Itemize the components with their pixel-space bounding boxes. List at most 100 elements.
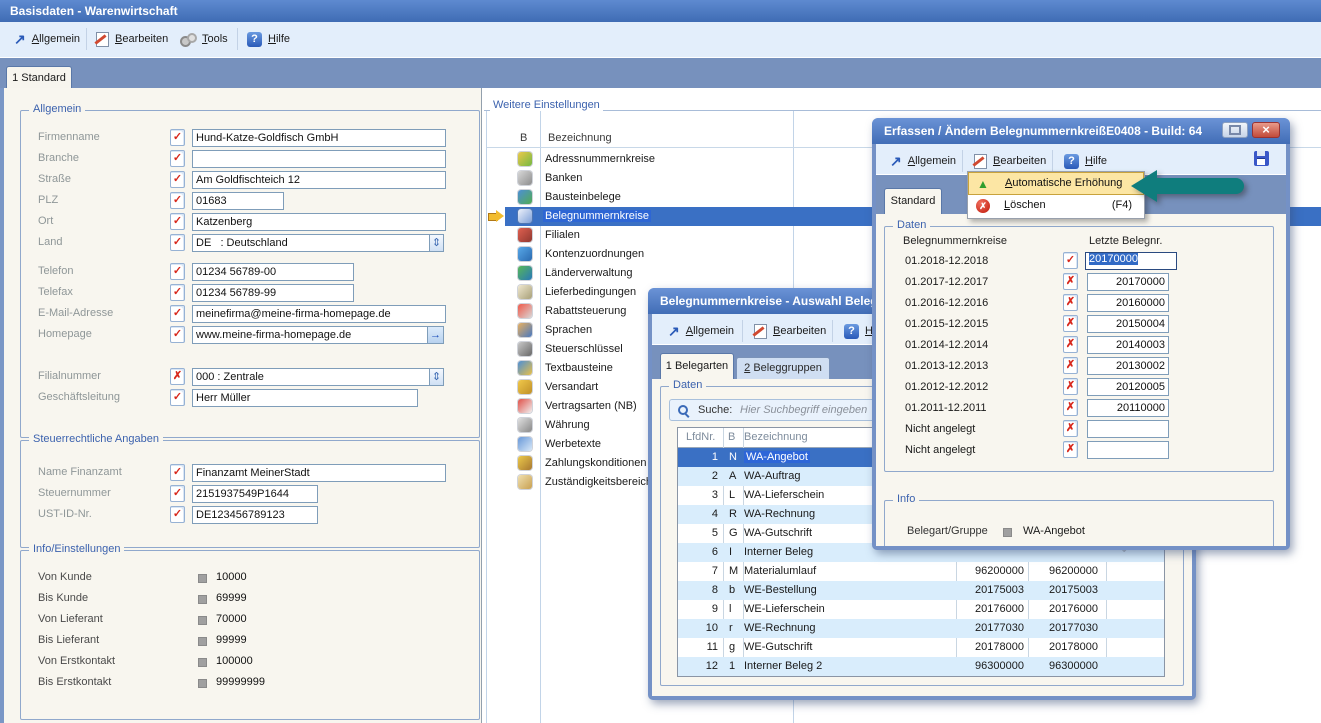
close-button[interactable] [1252, 122, 1280, 138]
field-label: Straße [38, 173, 71, 185]
vertragsarten-icon [518, 399, 532, 413]
x-icon[interactable] [1063, 420, 1078, 437]
geschaeftsleitung-input[interactable] [192, 389, 418, 407]
bausteinbelege-icon [518, 190, 532, 204]
belegnr-input[interactable] [1087, 336, 1169, 354]
menu-allgemein[interactable]: Allgemein [668, 322, 734, 340]
check-icon[interactable] [170, 284, 185, 301]
field-label: Firmenname [38, 131, 100, 143]
check-icon[interactable] [170, 213, 185, 230]
belegnr-input[interactable] [1087, 315, 1169, 333]
steuernummer-input[interactable] [192, 485, 318, 503]
branche-input[interactable] [192, 150, 446, 168]
save-icon[interactable] [1254, 151, 1269, 166]
search-icon [677, 404, 690, 417]
belegnr-input[interactable] [1087, 294, 1169, 312]
window-titlebar[interactable]: Basisdaten - Warenwirtschaft [0, 0, 1321, 22]
info-value: 100000 [216, 655, 253, 667]
main-menubar: Allgemein Bearbeiten Tools Hilfe [0, 22, 1321, 58]
ustid-input[interactable] [192, 506, 318, 524]
telefax-input[interactable] [192, 284, 354, 302]
check-icon[interactable] [170, 506, 185, 523]
x-icon[interactable] [1063, 399, 1078, 416]
bearbeiten-icon [974, 154, 987, 169]
menu-hilfe[interactable]: Hilfe [1064, 152, 1107, 170]
menu-tools[interactable]: Tools [180, 30, 228, 48]
check-icon[interactable] [170, 150, 185, 167]
ort-input[interactable] [192, 213, 446, 231]
search-placeholder: Hier Suchbegriff eingeben [740, 404, 867, 416]
check-icon[interactable] [170, 389, 185, 406]
tab-beleggruppen[interactable]: 2 Beleggruppen [736, 357, 830, 379]
restore-button[interactable] [1222, 122, 1248, 138]
check-icon[interactable] [170, 263, 185, 280]
check-icon[interactable] [170, 171, 185, 188]
grid-row[interactable]: 8bWE-Bestellung2017500320175003 [678, 581, 1164, 600]
tab-belegarten[interactable]: 1 Belegarten [660, 353, 734, 379]
telefon-input[interactable] [192, 263, 354, 281]
banken-icon [518, 171, 532, 185]
open-homepage-button[interactable] [427, 326, 444, 344]
grid-row[interactable]: 121Interner Beleg 29630000096300000 [678, 657, 1164, 676]
x-icon[interactable] [1063, 273, 1078, 290]
info-groupbox: Info Belegart/Gruppe WA-Angebot [884, 500, 1274, 546]
settings-col-bezeichnung: Bezeichnung [548, 132, 612, 144]
period-label: 01.2011-12.2011 [905, 402, 987, 414]
x-icon[interactable] [1063, 357, 1078, 374]
field-label: PLZ [38, 194, 58, 206]
menu-allgemein[interactable]: Allgemein [890, 152, 956, 170]
daten-legend: Daten [893, 219, 930, 231]
land-spinner[interactable] [429, 234, 444, 252]
belegnr-input[interactable] [1087, 357, 1169, 375]
grid-row[interactable]: 7MMaterialumlauf9620000096200000 [678, 562, 1164, 581]
dialog-title: Erfassen / Ändern BelegnummernkreißE0408… [884, 124, 1202, 138]
check-icon[interactable] [170, 305, 185, 322]
info-label: Von Lieferant [38, 613, 103, 625]
land-select[interactable] [192, 234, 430, 252]
menu-bearbeiten[interactable]: Bearbeiten [96, 30, 168, 48]
firmenname-input[interactable] [192, 129, 446, 147]
menu-bearbeiten[interactable]: Bearbeiten [974, 152, 1046, 170]
menu-item-loeschen[interactable]: Löschen (F4) [968, 195, 1144, 218]
menu-bearbeiten[interactable]: Bearbeiten [754, 322, 826, 340]
grid-row[interactable]: 9lWE-Lieferschein2017600020176000 [678, 600, 1164, 619]
belegnr-input[interactable] [1087, 441, 1169, 459]
tab-standard[interactable]: 1 Standard [6, 66, 72, 88]
homepage-input[interactable] [192, 326, 428, 344]
belegnr-input[interactable] [1087, 420, 1169, 438]
menubar-separator [962, 150, 963, 172]
menu-item-automatische-erhoehung[interactable]: Automatische Erhöhung [968, 172, 1144, 195]
x-icon[interactable] [1063, 294, 1078, 311]
belegnr-input[interactable] [1087, 399, 1169, 417]
belegnr-input-active[interactable]: 20170000 [1085, 252, 1177, 270]
menu-allgemein[interactable]: Allgemein [14, 30, 80, 48]
check-icon[interactable] [1063, 252, 1078, 269]
check-icon[interactable] [170, 234, 185, 251]
check-icon[interactable] [170, 464, 185, 481]
tab-standard[interactable]: Standard [884, 188, 942, 214]
grid-row[interactable]: 10rWE-Rechnung2017703020177030 [678, 619, 1164, 638]
belegnr-input[interactable] [1087, 378, 1169, 396]
info-label: Bis Erstkontakt [38, 676, 111, 688]
x-icon[interactable] [170, 368, 185, 385]
check-icon[interactable] [170, 129, 185, 146]
x-icon[interactable] [1063, 336, 1078, 353]
check-icon[interactable] [170, 485, 185, 502]
x-icon[interactable] [1063, 315, 1078, 332]
bearbeiten-icon [754, 324, 767, 339]
filialnummer-spinner[interactable] [429, 368, 444, 386]
email-input[interactable] [192, 305, 446, 323]
menu-hilfe[interactable]: Hilfe [247, 30, 290, 48]
belegnr-input[interactable] [1087, 273, 1169, 291]
check-icon[interactable] [170, 192, 185, 209]
grid-row[interactable]: 11gWE-Gutschrift2017800020178000 [678, 638, 1164, 657]
x-icon[interactable] [1063, 378, 1078, 395]
search-label: Suche: [698, 404, 732, 416]
finanzamt-input[interactable] [192, 464, 446, 482]
field-label: Name Finanzamt [38, 466, 122, 478]
check-icon[interactable] [170, 326, 185, 343]
plz-input[interactable] [192, 192, 284, 210]
strasse-input[interactable] [192, 171, 446, 189]
x-icon[interactable] [1063, 441, 1078, 458]
filialnummer-select[interactable] [192, 368, 430, 386]
